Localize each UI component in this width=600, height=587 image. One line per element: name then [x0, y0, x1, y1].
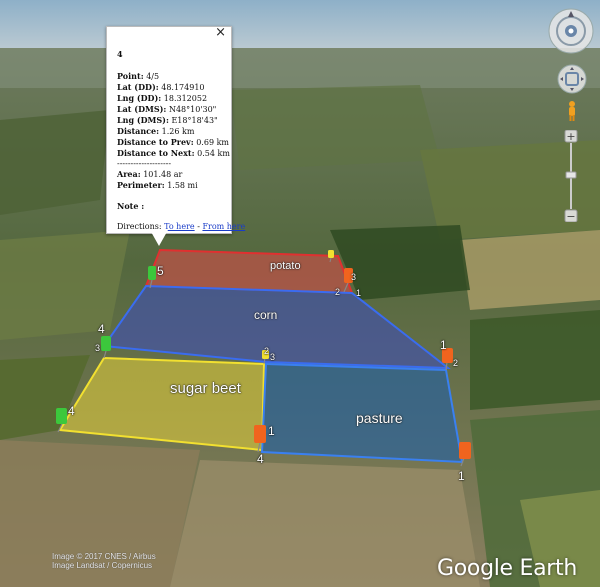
row-dist-prev: Distance to Prev: 0.69 km — [117, 137, 230, 147]
vertex-label: 3 — [351, 272, 357, 282]
row-distance: Distance: 1.26 km — [117, 126, 195, 136]
row-lng-dms: Lng (DMS): E18°18'43" — [117, 115, 218, 125]
to-here-link[interactable]: To here — [164, 222, 195, 231]
vertex-label: 1 — [458, 469, 465, 483]
imagery-credits: Image © 2017 CNES / Airbus Image Landsat… — [52, 552, 156, 570]
row-lng-dd: Lng (DD): 18.312052 — [117, 93, 208, 103]
vertex-label: 4 — [98, 322, 105, 336]
balloon-title: 4 — [117, 49, 123, 59]
zoom-slider[interactable]: + − — [564, 130, 578, 222]
row-point: Point: 4/5 — [117, 71, 160, 81]
svg-text:−: − — [566, 210, 575, 222]
info-balloon: × 4 Point: 4/5 Lat (DD): 48.174910 Lng (… — [106, 26, 246, 234]
label-pasture: pasture — [356, 410, 403, 426]
balloon-pointer — [150, 230, 168, 246]
row-dist-next: Distance to Next: 0.54 km — [117, 148, 230, 158]
label-potato: potato — [270, 260, 301, 272]
look-around-control[interactable] — [557, 64, 587, 94]
vertex-label: 4 — [257, 452, 264, 466]
row-note: Note : — [117, 201, 145, 211]
separator: -------------------- — [117, 159, 172, 168]
vertex-label: 3 — [270, 352, 276, 362]
vertex-label: 1 — [440, 338, 447, 352]
vertex-label: 2 — [335, 287, 341, 297]
street-view-pegman-icon[interactable] — [565, 100, 579, 122]
label-sugar-beet: sugar beet — [170, 380, 241, 397]
vertex-label: 5 — [157, 264, 164, 278]
vertex-label: 2 — [453, 358, 459, 368]
row-lat-dms: Lat (DMS): N48°10'30" — [117, 104, 217, 114]
vertex-label: 4 — [68, 404, 75, 418]
svg-text:+: + — [566, 130, 575, 143]
row-lat-dd: Lat (DD): 48.174910 — [117, 82, 205, 92]
vertex-label: 1 — [268, 424, 275, 438]
compass-control[interactable] — [547, 7, 595, 55]
google-earth-logo: Google Earth — [437, 556, 577, 581]
row-directions: Directions: To here - From here — [117, 222, 246, 231]
from-here-link[interactable]: From here — [202, 222, 245, 231]
label-corn: corn — [254, 308, 278, 322]
vertex-label: 1 — [356, 288, 362, 298]
close-icon[interactable]: × — [215, 26, 226, 39]
vertex-label: 3 — [95, 343, 101, 353]
satellite-terrain-view[interactable] — [0, 0, 600, 587]
row-area: Area: 101.48 ar — [117, 169, 183, 179]
row-perimeter: Perimeter: 1.58 mi — [117, 180, 198, 190]
vertex-label: 2 — [264, 346, 270, 356]
